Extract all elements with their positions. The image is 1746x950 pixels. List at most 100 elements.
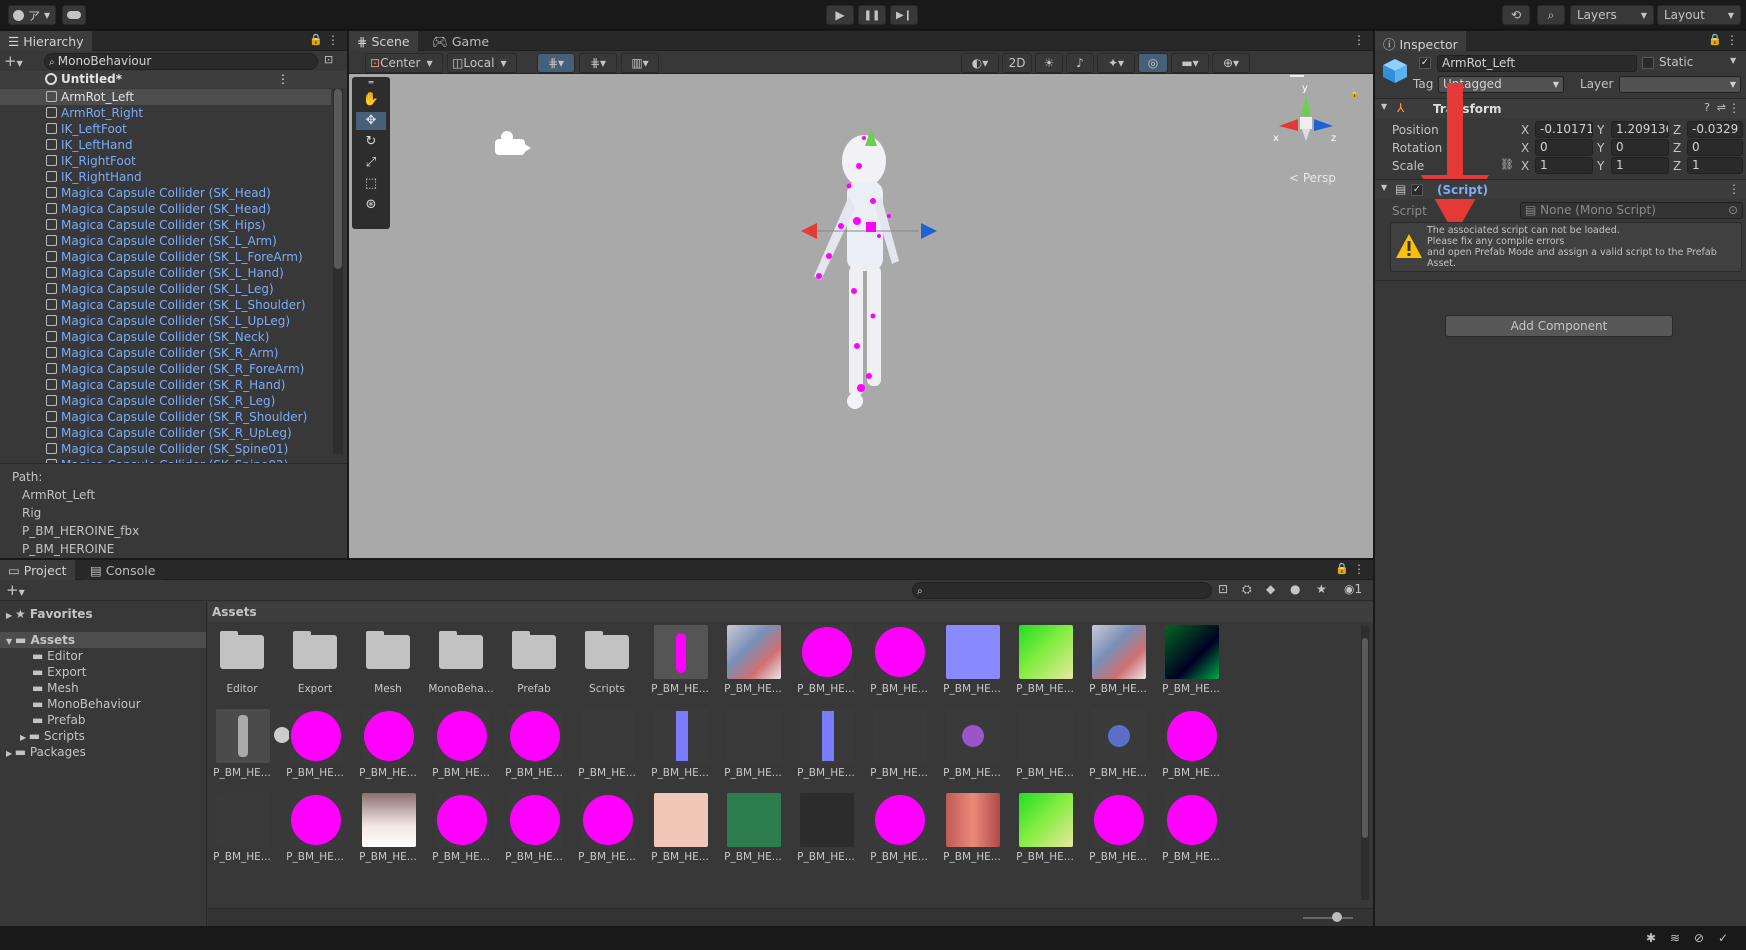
effects-toggle[interactable]: ✦▾ — [1097, 53, 1135, 73]
pivot-dropdown[interactable]: ⊡ Center ▼ — [365, 53, 443, 73]
tree-folder[interactable]: ▬ Mesh — [0, 680, 206, 696]
hierarchy-item[interactable]: IK_LeftFoot — [0, 121, 331, 137]
tree-folder[interactable]: ▬ Editor — [0, 648, 206, 664]
layers-stack-icon[interactable]: ≋ — [1670, 931, 1680, 945]
asset-item[interactable]: P_BM_HE... — [719, 793, 787, 871]
more-icon[interactable]: ⋮ — [277, 71, 289, 87]
bug-icon[interactable]: ✱ — [1646, 931, 1656, 945]
camera-button[interactable]: ▬▾ — [1171, 53, 1209, 73]
asset-item[interactable]: P_BM_HE... — [1084, 625, 1152, 703]
hierarchy-item[interactable]: Magica Capsule Collider (SK_L_Arm) — [0, 233, 331, 249]
step-button[interactable]: ▶❙ — [890, 5, 918, 25]
script-component-header[interactable]: ▼ ▤ ✓ (Script) ⋮ — [1375, 179, 1746, 199]
hierarchy-item[interactable]: Magica Capsule Collider (SK_L_Shoulder) — [0, 297, 331, 313]
asset-item[interactable]: P_BM_HE... — [865, 793, 933, 871]
check-icon[interactable]: ✓ — [1718, 931, 1728, 945]
search-type-icon[interactable]: ⊡ — [1218, 582, 1228, 596]
asset-item[interactable]: P_BM_HE... — [354, 793, 422, 871]
layer-dropdown[interactable]: ▼ — [1619, 76, 1741, 93]
gizmos-button[interactable]: ⊕▾ — [1212, 53, 1250, 73]
tab-scene[interactable]: ⋕ Scene — [349, 31, 418, 51]
asset-item[interactable]: P_BM_HE... — [500, 793, 568, 871]
hierarchy-item[interactable]: IK_RightHand — [0, 169, 331, 185]
play-button[interactable]: ▶ — [826, 5, 854, 25]
chevron-down-icon[interactable]: ▼ — [1730, 56, 1736, 65]
asset-item[interactable]: P_BM_HE... — [792, 709, 860, 787]
hierarchy-item[interactable]: Magica Capsule Collider (SK_L_Leg) — [0, 281, 331, 297]
scale-tool-icon[interactable]: ⤢ — [356, 154, 386, 172]
asset-search-input[interactable]: ⌕ — [912, 582, 1212, 599]
scene-root[interactable]: Untitled* ⋮ — [0, 71, 347, 88]
position-x-field[interactable]: -0.10171 — [1535, 121, 1593, 138]
hierarchy-item[interactable]: Magica Capsule Collider (SK_R_Arm) — [0, 345, 331, 361]
hierarchy-item[interactable]: Magica Capsule Collider (SK_Head) — [0, 185, 331, 201]
asset-folder[interactable]: MonoBeha... — [427, 625, 495, 703]
asset-item[interactable]: P_BM_HE... — [1011, 793, 1079, 871]
asset-item[interactable]: P_BM_HE... — [1084, 793, 1152, 871]
scale-x-field[interactable]: 1 — [1535, 157, 1593, 174]
asset-item[interactable]: P_BM_HE... — [1084, 709, 1152, 787]
asset-item[interactable]: P_BM_HE... — [719, 625, 787, 703]
asset-item[interactable]: P_BM_HE... — [646, 793, 714, 871]
lighting-toggle[interactable]: ☀ — [1035, 53, 1063, 73]
layers-dropdown[interactable]: Layers ▼ — [1570, 5, 1654, 25]
asset-item[interactable]: P_BM_HE... — [500, 709, 568, 787]
asset-folder[interactable]: Export — [281, 625, 349, 703]
hierarchy-item[interactable]: Magica Capsule Collider (SK_Neck) — [0, 329, 331, 345]
tab-hierarchy[interactable]: ☰ Hierarchy — [0, 31, 92, 51]
palette-grip-icon[interactable]: ═ — [356, 79, 386, 87]
asset-item[interactable]: P_BM_HE... — [573, 793, 641, 871]
more-icon[interactable]: ⋮ — [1728, 101, 1740, 115]
object-name-field[interactable]: ArmRot_Left — [1437, 55, 1637, 72]
search-input[interactable]: ⌕ MonoBehaviour — [44, 53, 318, 70]
position-y-field[interactable]: 1.209136 — [1611, 121, 1669, 138]
scrollbar[interactable] — [1361, 626, 1369, 900]
tree-folder[interactable]: ▬ Prefab — [0, 712, 206, 728]
script-field[interactable]: ▤ None (Mono Script) ⊙ — [1520, 202, 1743, 219]
asset-item[interactable]: P_BM_HE... — [208, 793, 276, 871]
add-component-button[interactable]: Add Component — [1445, 315, 1673, 337]
hierarchy-item[interactable]: Magica Capsule Collider (SK_R_Hand) — [0, 377, 331, 393]
hierarchy-item[interactable]: Magica Capsule Collider (SK_L_UpLeg) — [0, 313, 331, 329]
move-tool-icon[interactable]: ✥ — [356, 112, 386, 130]
hierarchy-item[interactable]: IK_RightFoot — [0, 153, 331, 169]
asset-item[interactable]: P_BM_HE... — [865, 625, 933, 703]
scale-z-field[interactable]: 1 — [1687, 157, 1743, 174]
search-button[interactable]: ⌕ — [1537, 5, 1565, 25]
asset-item[interactable]: P_BM_HE... — [719, 709, 787, 787]
2d-toggle[interactable]: 2D — [1002, 53, 1032, 73]
transform-tool-icon[interactable]: ⊛ — [356, 196, 386, 214]
space-dropdown[interactable]: ◫ Local ▼ — [447, 53, 517, 73]
hierarchy-item[interactable]: Magica Capsule Collider (SK_R_ForeArm) — [0, 361, 331, 377]
label-icon[interactable]: ◆ — [1266, 582, 1275, 596]
hierarchy-item[interactable]: Magica Capsule Collider (SK_R_UpLeg) — [0, 425, 331, 441]
asset-item[interactable]: P_BM_HE... — [354, 709, 422, 787]
tree-favorites[interactable]: ▶ ★ Favorites — [0, 606, 206, 622]
lock-icon[interactable]: 🔒 — [1335, 562, 1349, 575]
asset-item[interactable]: P_BM_HE... — [938, 793, 1006, 871]
audio-toggle[interactable]: ♪ — [1066, 53, 1094, 73]
link-icon[interactable]: ⛓ — [1500, 158, 1514, 171]
hierarchy-item[interactable]: Magica Capsule Collider (SK_L_Hand) — [0, 265, 331, 281]
asset-item[interactable]: P_BM_HE... — [938, 709, 1006, 787]
tab-inspector[interactable]: ⓘ Inspector — [1375, 31, 1466, 52]
rotation-z-field[interactable]: 0 — [1687, 139, 1743, 156]
position-z-field[interactable]: -0.0329 — [1687, 121, 1743, 138]
zoom-slider[interactable] — [1303, 917, 1353, 919]
more-icon[interactable]: ⋮ — [1728, 182, 1740, 196]
log-icon[interactable]: ● — [1290, 582, 1300, 596]
asset-folder[interactable]: Scripts — [573, 625, 641, 703]
breadcrumb-assets[interactable]: Assets — [212, 605, 257, 619]
rotation-x-field[interactable]: 0 — [1535, 139, 1593, 156]
hand-tool-icon[interactable]: ✋ — [356, 91, 386, 109]
grid-snap-button[interactable]: ⋕▾ — [537, 53, 575, 73]
asset-item[interactable]: P_BM_HE... — [1011, 625, 1079, 703]
rotate-tool-icon[interactable]: ↻ — [356, 133, 386, 151]
asset-item[interactable]: P_BM_HE... — [1157, 793, 1225, 871]
orientation-gizmo[interactable]: y x z — [1271, 81, 1341, 181]
scrollbar-thumb[interactable] — [334, 89, 342, 269]
more-icon[interactable]: ⋮ — [327, 33, 339, 47]
cloud-button[interactable] — [62, 5, 86, 25]
preset-icon[interactable]: ⇌ — [1717, 101, 1726, 114]
add-asset-button[interactable]: +▼ — [6, 581, 25, 599]
